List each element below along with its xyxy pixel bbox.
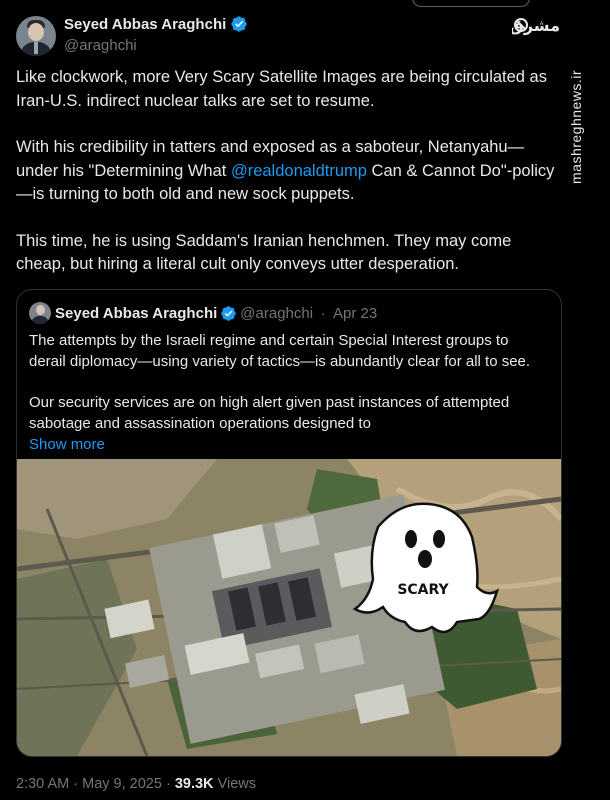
mention-link[interactable]: @realdonaldtrump <box>231 162 367 180</box>
verified-badge-icon <box>231 16 247 32</box>
quoted-handle[interactable]: @araghchi <box>240 305 313 322</box>
quoted-author-name[interactable]: Seyed Abbas Araghchi <box>55 305 217 322</box>
avatar[interactable] <box>16 16 56 56</box>
quoted-paragraph-1: The attempts by the Israeli regime and c… <box>29 332 531 370</box>
quoted-separator: · <box>320 304 326 322</box>
watermark: mashreghnews.ir <box>568 69 584 185</box>
follow-button-edge[interactable] <box>412 0 530 7</box>
views-count: 39.3K <box>174 776 214 792</box>
svg-text:مشرق: مشرق <box>512 16 560 35</box>
brand-logo: مشرق <box>512 16 560 35</box>
views-label: Views <box>217 776 256 792</box>
tweet-text: Like clockwork, more Very Scary Satellit… <box>16 66 556 300</box>
meta-separator: · <box>73 776 79 792</box>
tweet-paragraph-2: With his credibility in tatters and expo… <box>16 138 555 203</box>
quoted-avatar[interactable] <box>29 302 51 324</box>
ghost-label: SCARY <box>397 582 449 598</box>
quoted-tweet[interactable]: Seyed Abbas Araghchi @araghchi · Apr 23 T… <box>16 289 562 757</box>
tweet-date[interactable]: May 9, 2025 <box>82 776 162 792</box>
show-more-link[interactable]: Show more <box>29 436 105 453</box>
tweet-paragraph-3: This time, he is using Saddam's Iranian … <box>16 231 512 274</box>
quoted-text: The attempts by the Israeli regime and c… <box>29 330 549 455</box>
tweet-paragraph-1: Like clockwork, more Very Scary Satellit… <box>16 68 547 110</box>
meta-separator: · <box>165 776 171 792</box>
quoted-date[interactable]: Apr 23 <box>333 305 377 322</box>
quoted-header: Seyed Abbas Araghchi @araghchi · Apr 23 <box>29 302 377 324</box>
tweet-time[interactable]: 2:30 AM <box>16 776 69 792</box>
quoted-paragraph-2: Our security services are on high alert … <box>29 394 510 432</box>
verified-badge-icon <box>221 305 237 321</box>
author-handle[interactable]: @araghchi <box>64 37 248 54</box>
tweet-meta: 2:30 AM · May 9, 2025 · 39.3K Views <box>16 776 256 792</box>
satellite-image[interactable]: SCARY <box>17 459 561 756</box>
author-name[interactable]: Seyed Abbas Araghchi <box>64 16 226 33</box>
author-block: Seyed Abbas Araghchi @araghchi <box>64 15 248 54</box>
